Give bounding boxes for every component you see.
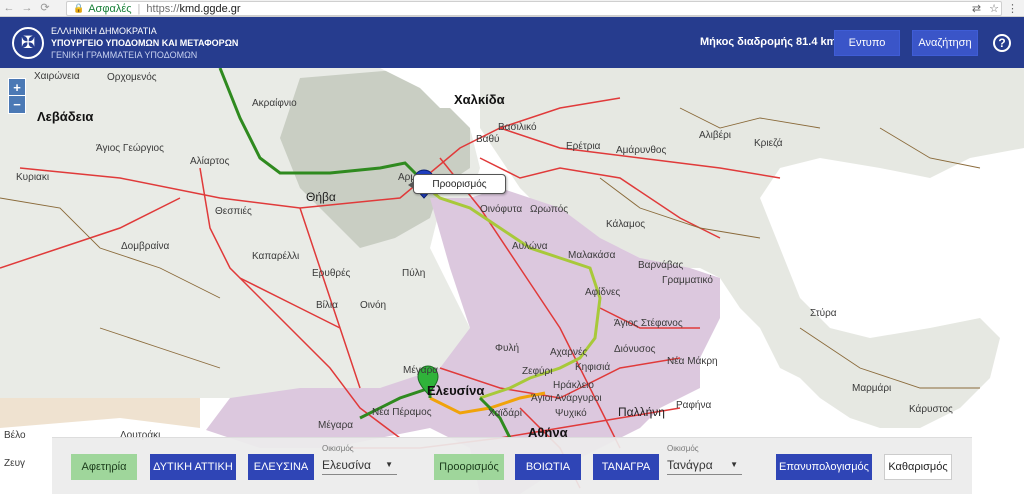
map-label: Ζευγ	[4, 458, 26, 469]
translate-icon[interactable]: ⇄	[972, 2, 981, 15]
map-label: Διόνυσος	[614, 344, 656, 355]
map-label: Βασιλικό	[498, 122, 537, 133]
map-label: Ορχομενός	[107, 72, 157, 83]
map-label: Ακραίφνιο	[252, 98, 297, 109]
menu-dots-icon[interactable]: ⋮	[1007, 2, 1018, 15]
bookmark-star-icon[interactable]: ☆	[989, 2, 999, 15]
reload-icon[interactable]: ⟳	[36, 0, 54, 17]
zoom-control: + −	[8, 78, 26, 114]
map-label: Οινόη	[360, 300, 387, 311]
dropdown-arrow-icon: ▼	[385, 460, 393, 469]
map-label: Ηράκλειο	[553, 380, 594, 391]
map-label: Φυλή	[495, 343, 520, 354]
forward-icon[interactable]: →	[18, 0, 36, 17]
help-icon[interactable]: ?	[993, 34, 1011, 52]
site-header: ✠ ΕΛΛΗΝΙΚΗ ΔΗΜΟΚΡΑΤΙΑ ΥΠΟΥΡΓΕΙΟ ΥΠΟΔΟΜΩΝ…	[0, 17, 1024, 68]
map-label: Κηφισιά	[575, 362, 611, 373]
map-label: Μέγαρα	[403, 365, 439, 376]
map-label: Βίλια	[316, 300, 338, 311]
map-label: Ερέτρια	[566, 141, 601, 152]
map-label: Αλίαρτος	[190, 156, 230, 167]
map-label: Αλιβέρι	[699, 130, 732, 141]
map-label: Θεσπιές	[215, 206, 252, 217]
map-label: Κάλαμος	[606, 219, 646, 230]
start-region-button[interactable]: ΔΥΤΙΚΗ ΑΤΤΙΚΗ	[150, 454, 236, 480]
map-label: Κριεζά	[754, 138, 783, 149]
map-label: Χαλκίδα	[454, 92, 505, 107]
route-length: Μήκος διαδρομής 81.4 km	[700, 36, 837, 48]
url-field[interactable]: 🔒 Ασφαλές | https://kmd.ggde.gr	[66, 1, 1002, 16]
start-settlement-value-box[interactable]: Ελευσίνα ▼	[322, 455, 397, 475]
map-label: Ζεφύρι	[522, 366, 553, 377]
map-label: Στύρα	[810, 308, 837, 319]
map-label: Οινόφυτα	[480, 204, 523, 215]
map-label: Αχαρνές	[550, 347, 588, 358]
start-button[interactable]: Αφετηρία	[71, 454, 137, 480]
map-label: Ψυχικό	[555, 408, 587, 419]
map-label: Μαρμάρι	[852, 383, 892, 394]
clear-button[interactable]: Καθαρισμός	[884, 454, 952, 480]
zoom-in-button[interactable]: +	[9, 79, 25, 96]
app-root: ← → ⟳ 🔒 Ασφαλές | https://kmd.ggde.gr ⇄ …	[0, 0, 1024, 494]
map-label: Ελευσίνα	[427, 383, 485, 398]
start-settlement-select[interactable]: Οικισμός Ελευσίνα ▼	[322, 444, 397, 475]
url-text: https://kmd.ggde.gr	[146, 2, 241, 15]
map-label: Βαρνάβας	[638, 260, 684, 271]
map-label: Ερυθρές	[312, 268, 351, 279]
map-view[interactable]: Χαλκίδα Λεβάδεια Αθήνα Ελευσίνα Παλλήνη …	[0, 68, 1024, 494]
map-label: Αυλώνα	[512, 241, 548, 252]
destination-tooltip: Προορισμός	[408, 174, 506, 194]
map-label: Αφίδνες	[585, 287, 621, 298]
zoom-out-button[interactable]: −	[9, 96, 25, 113]
start-municipality-button[interactable]: ΕΛΕΥΣΙΝΑ	[248, 454, 314, 480]
dropdown-arrow-icon: ▼	[730, 460, 738, 469]
map-label: Άγιος Γεώργιος	[96, 143, 164, 154]
map-label: Μέγαρα	[318, 420, 354, 431]
map-label: Κάρυστος	[909, 404, 953, 415]
back-icon[interactable]: ←	[0, 0, 18, 17]
map-label: Καπαρέλλι	[252, 251, 300, 262]
destination-settlement-value-box[interactable]: Τανάγρα ▼	[667, 455, 742, 475]
map-label: Πύλη	[402, 268, 426, 279]
map-label: Κυριακι	[16, 172, 50, 183]
map-label: Χαϊδάρι	[488, 408, 522, 419]
start-settlement-value: Ελευσίνα	[322, 457, 371, 472]
lock-icon: 🔒	[73, 3, 85, 13]
search-button[interactable]: Αναζήτηση	[912, 30, 978, 56]
map-label: Αμάρυνθος	[616, 145, 667, 156]
greek-emblem-icon: ✠	[12, 27, 44, 59]
map-label: Βέλο	[4, 430, 26, 441]
map-label: Λεβάδεια	[37, 109, 94, 124]
map-label: Ωρωπός	[530, 204, 569, 215]
route-panel: Αφετηρία ΔΥΤΙΚΗ ΑΤΤΙΚΗ ΕΛΕΥΣΙΝΑ Οικισμός…	[52, 437, 972, 494]
secure-label: Ασφαλές	[88, 2, 132, 15]
organization-name: ΕΛΛΗΝΙΚΗ ΔΗΜΟΚΡΑΤΙΑ ΥΠΟΥΡΓΕΙΟ ΥΠΟΔΟΜΩΝ Κ…	[51, 26, 239, 60]
map-label: Άγιοι Ανάργυροι	[531, 393, 602, 404]
destination-region-button[interactable]: ΒΟΙΩΤΙΑ	[515, 454, 581, 480]
map-label: Ραφήνα	[676, 400, 712, 411]
map-label: Νέα Πέραμος	[372, 407, 432, 418]
map-label: Θήβα	[306, 190, 336, 204]
destination-municipality-button[interactable]: ΤΑΝΑΓΡΑ	[593, 454, 659, 480]
map-label: Βαθύ	[476, 134, 500, 145]
recalculate-button[interactable]: Επανυπολογισμός	[776, 454, 872, 480]
destination-settlement-caption: Οικισμός	[667, 444, 699, 453]
browser-address-bar: ← → ⟳ 🔒 Ασφαλές | https://kmd.ggde.gr ⇄ …	[0, 0, 1024, 17]
start-settlement-caption: Οικισμός	[322, 444, 354, 453]
map-label: Χαιρώνεια	[34, 71, 80, 82]
map-label: Γραμματικό	[662, 275, 713, 286]
map-label: Μαλακάσα	[568, 250, 616, 261]
url-separator: |	[137, 2, 141, 15]
map-label: Δομβραίνα	[121, 241, 170, 252]
map-label: Νέα Μάκρη	[667, 356, 718, 367]
print-button[interactable]: Εντυπο	[834, 30, 900, 56]
map-label: Άγιος Στέφανος	[614, 318, 683, 329]
destination-button[interactable]: Προορισμός	[434, 454, 504, 480]
map-label: Παλλήνη	[618, 405, 665, 419]
destination-settlement-value: Τανάγρα	[667, 457, 713, 472]
destination-settlement-select[interactable]: Οικισμός Τανάγρα ▼	[667, 444, 742, 475]
